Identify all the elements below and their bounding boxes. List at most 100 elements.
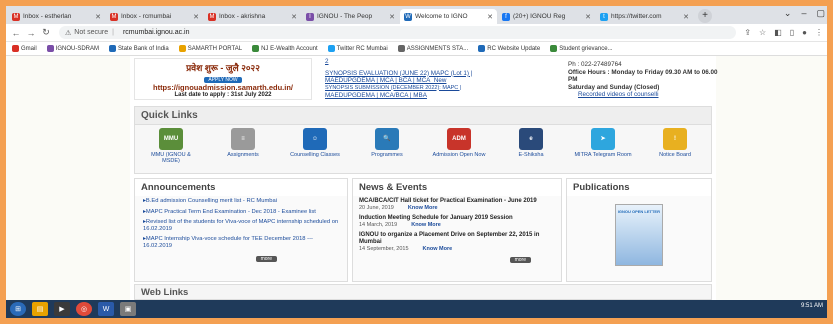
publications-heading: Publications — [567, 179, 711, 196]
tab-title: (20+) IGNOU Reg — [513, 13, 566, 20]
tab-close-icon[interactable]: ✕ — [683, 13, 689, 21]
browser-tab[interactable]: W Welcome to IGNO ✕ — [400, 9, 497, 24]
tab-favicon-icon: t — [600, 12, 608, 21]
profile-avatar[interactable]: ● — [802, 28, 807, 37]
announcement-link[interactable]: ▸MAPC Internship Viva-voce schedule for … — [135, 234, 347, 251]
announcements-heading: Announcements — [135, 179, 347, 196]
tab-title: Welcome to IGNO — [415, 13, 468, 20]
extensions-icon[interactable]: ◧ — [774, 28, 782, 37]
bookmark-label: Gmail — [21, 45, 37, 52]
notice-link[interactable]: 2 — [325, 58, 550, 66]
bookmark-item[interactable]: NJ E-Wealth Account — [252, 45, 318, 52]
announcement-text: B.Ed admission Counselling merit list - … — [145, 198, 278, 204]
media-player-icon[interactable]: ▶ — [54, 302, 70, 316]
news-more-button[interactable]: more — [509, 257, 531, 263]
tab-strip: M Inbox - estherlan ✕ M Inbox - rcmumbai ✕ M In… — [6, 6, 827, 24]
minimize-button[interactable]: – — [801, 8, 806, 19]
bookmark-item[interactable]: RC Website Update — [478, 45, 540, 52]
taskbar-clock: 9:51 AM — [800, 303, 823, 309]
announcement-link[interactable]: ▸Revised list of the students for Viva-v… — [135, 217, 347, 234]
word-icon[interactable]: W — [98, 302, 114, 316]
bookmark-item[interactable]: ASSIGNMENTS STA... — [397, 45, 469, 52]
security-label: Not secure — [74, 29, 109, 36]
quick-link-item[interactable]: ! Notice Board — [646, 128, 704, 164]
quick-link-item[interactable]: ☺ Counselling Classes — [286, 128, 344, 164]
bookmark-favicon-icon — [12, 45, 19, 52]
know-more-link[interactable]: Know More — [411, 222, 441, 228]
browser-tab[interactable]: M Inbox - estherlan ✕ — [8, 9, 105, 24]
quick-link-item[interactable]: e E-Shiksha — [502, 128, 560, 164]
reload-button[interactable]: ↻ — [40, 27, 52, 38]
news-title[interactable]: IGNOU to organize a Placement Drive on S… — [359, 232, 555, 246]
menu-icon[interactable]: ⋮ — [815, 28, 823, 37]
closed-days-text: Saturday and Sunday (Closed) — [568, 83, 660, 91]
tab-search-icon[interactable]: ⌄ — [784, 8, 792, 19]
tab-favicon-icon: W — [404, 12, 412, 21]
quick-links-row: MMU MMU (IGNOU & MSDE) ≡ Assignments ☺ Counse… — [135, 125, 711, 164]
programme-links-2[interactable]: MAEDUPGDEMA | MCA/BCA | MBA — [325, 92, 550, 100]
omnibox[interactable]: ⚠ Not secure | rcmumbai.ignou.ac.in — [59, 26, 737, 39]
synopsis-evaluation-link[interactable]: SYNOPSIS EVALUATION (JUNE 22) MAPC (Lot … — [325, 70, 550, 78]
chrome-icon[interactable]: ◎ — [76, 302, 92, 316]
bookmark-item[interactable]: Student grievance... — [550, 45, 613, 52]
bookmark-item[interactable]: Gmail — [12, 45, 37, 52]
browser-tab[interactable]: M Inbox - akrishna ✕ — [204, 9, 301, 24]
browser-tab[interactable]: I IGNOU - The Peop ✕ — [302, 9, 399, 24]
share-icon[interactable]: ⇪ — [744, 28, 751, 37]
quick-link-item[interactable]: ≡ Assignments — [214, 128, 272, 164]
open-letter-cover[interactable]: IGNOU OPEN LETTER — [615, 204, 663, 266]
tab-close-icon[interactable]: ✕ — [585, 13, 591, 21]
new-tab-button[interactable]: + — [698, 9, 712, 23]
book-tag: IGNOU OPEN LETTER — [617, 209, 660, 214]
announcement-link[interactable]: ▸B.Ed admission Counselling merit list -… — [135, 196, 347, 207]
maximize-button[interactable]: ▢ — [816, 8, 825, 19]
app-icon[interactable]: ▣ — [120, 302, 136, 316]
browser-tab[interactable]: M Inbox - rcmumbai ✕ — [106, 9, 203, 24]
banner-hindi-title: प्रवेश शुरू - जुलै २०२२ — [186, 63, 260, 73]
forward-button[interactable]: → — [25, 28, 37, 38]
back-button[interactable]: ← — [10, 28, 22, 38]
know-more-link[interactable]: Know More — [423, 246, 453, 252]
announcements-more-button[interactable]: more — [255, 256, 277, 262]
quick-link-label: Programmes — [371, 152, 403, 158]
admission-banner[interactable]: प्रवेश शुरू - जुलै २०२२ APPLY NOW https:… — [134, 58, 312, 100]
bookmark-item[interactable]: State Bank of India — [109, 45, 169, 52]
bookmark-item[interactable]: SAMARTH PORTAL — [178, 45, 242, 52]
side-panel-icon[interactable]: ▯ — [790, 28, 794, 37]
browser-tab[interactable]: f (20+) IGNOU Reg ✕ — [498, 9, 595, 24]
web-page: प्रवेश शुरू - जुलै २०२२ APPLY NOW https:… — [6, 56, 827, 300]
browser-tab[interactable]: t https://twitter.com ✕ — [596, 9, 693, 24]
bookmark-item[interactable]: IGNOU-SDRAM — [46, 45, 99, 52]
tab-favicon-icon: M — [110, 12, 118, 21]
news-list: MCA/BCA/CIT Hall ticket for Practical Ex… — [353, 196, 561, 254]
synopsis-submission-link[interactable]: SYNOPSIS SUBMISSION (DECEMBER 2022): MAP… — [325, 85, 550, 93]
news-date: 14 March, 2019 — [359, 222, 398, 228]
programme-links[interactable]: MAEDUPGDEMA | MCA | BCA | MCA_New — [325, 77, 550, 85]
announcement-link[interactable]: ▸MAPC Practical Term End Examination - D… — [135, 207, 347, 218]
recorded-videos-link[interactable]: Recorded videos of counselli — [578, 91, 720, 99]
start-button[interactable]: ⊞ — [10, 302, 26, 316]
tab-close-icon[interactable]: ✕ — [291, 13, 297, 21]
synopsis-notices: 2 SYNOPSIS EVALUATION (JUNE 22) MAPC (Lo… — [325, 58, 550, 102]
news-title[interactable]: MCA/BCA/CIT Hall ticket for Practical Ex… — [359, 198, 555, 205]
quick-link-item[interactable]: ADM Admission Open Now — [430, 128, 488, 164]
file-explorer-icon[interactable]: ▤ — [32, 302, 48, 316]
url-text[interactable]: rcmumbai.ignou.ac.in — [123, 29, 190, 36]
tab-favicon-icon: M — [208, 12, 216, 21]
tab-close-icon[interactable]: ✕ — [193, 13, 199, 21]
bookmark-label: ASSIGNMENTS STA... — [406, 45, 469, 52]
tab-close-icon[interactable]: ✕ — [95, 13, 101, 21]
admission-url-link[interactable]: https://ignouadmission.samarth.edu.in/ — [135, 83, 311, 92]
bookmark-star-icon[interactable]: ☆ — [759, 28, 766, 37]
bookmark-item[interactable]: Twitter RC Mumbai — [327, 45, 388, 52]
tab-close-icon[interactable]: ✕ — [487, 13, 493, 21]
news-title[interactable]: Induction Meeting Schedule for January 2… — [359, 215, 555, 222]
quick-link-item[interactable]: 🔍 Programmes — [358, 128, 416, 164]
quick-link-item[interactable]: MMU MMU (IGNOU & MSDE) — [142, 128, 200, 164]
tab-favicon-icon: f — [502, 12, 510, 21]
quick-link-icon: ☺ — [303, 128, 327, 150]
tab-close-icon[interactable]: ✕ — [389, 13, 395, 21]
know-more-link[interactable]: Know More — [408, 205, 438, 211]
page-container: प्रवेश शुरू - जुलै २०२२ APPLY NOW https:… — [130, 56, 718, 300]
quick-link-item[interactable]: ➤ MITRA Telegram Room — [574, 128, 632, 164]
